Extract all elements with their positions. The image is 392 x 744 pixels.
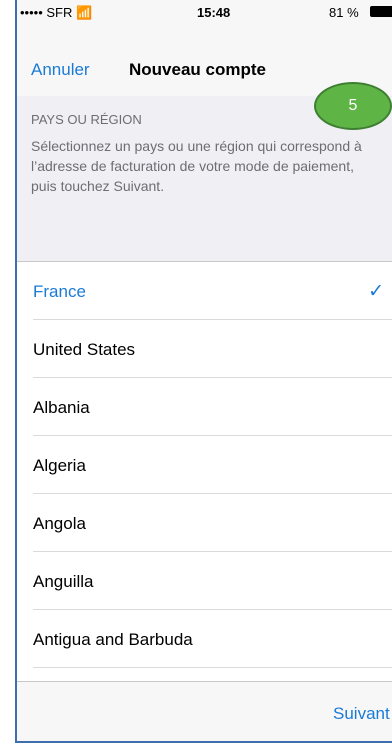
status-time: 15:48 xyxy=(197,5,231,20)
page-title: Nouveau compte xyxy=(129,60,266,79)
cancel-button[interactable]: Annuler xyxy=(31,60,90,80)
step-badge: 5 xyxy=(314,82,392,130)
country-label: Antigua and Barbuda xyxy=(33,630,193,649)
country-row-algeria[interactable]: Algeria xyxy=(33,436,392,494)
country-row-antigua-and-barbuda[interactable]: Antigua and Barbuda xyxy=(33,610,392,668)
section-description: Sélectionnez un pays ou une région qui c… xyxy=(31,138,362,194)
carrier-signal: ••••• SFR 📶 xyxy=(20,5,92,21)
country-label: Anguilla xyxy=(33,572,94,591)
country-label: Albania xyxy=(33,398,90,417)
section-title: PAYS OU RÉGION xyxy=(31,112,142,127)
country-list: France ✓ United States Albania Algeria A… xyxy=(17,261,392,682)
country-label: France xyxy=(33,282,86,301)
checkmark-icon: ✓ xyxy=(368,281,384,302)
carrier-label: ••••• SFR xyxy=(20,5,73,20)
battery-icon xyxy=(370,6,392,17)
status-bar: ••••• SFR 📶 15:48 81 % xyxy=(17,0,392,24)
country-row-albania[interactable]: Albania xyxy=(33,378,392,436)
country-row-united-states[interactable]: United States xyxy=(33,320,392,378)
bottom-toolbar: Suivant xyxy=(17,681,392,741)
country-label: Algeria xyxy=(33,456,86,475)
phone-screen: ••••• SFR 📶 15:48 81 % Annuler Nouveau c… xyxy=(15,0,392,743)
country-row-anguilla[interactable]: Anguilla xyxy=(33,552,392,610)
country-label: United States xyxy=(33,340,136,359)
wifi-icon: 📶 xyxy=(76,5,93,20)
country-row-france[interactable]: France ✓ xyxy=(33,262,392,320)
country-label: Angola xyxy=(33,514,86,533)
battery-percent: 81 % xyxy=(329,5,359,20)
next-button[interactable]: Suivant xyxy=(333,704,390,724)
country-row-angola[interactable]: Angola xyxy=(33,494,392,552)
country-row-partial[interactable] xyxy=(33,668,392,682)
